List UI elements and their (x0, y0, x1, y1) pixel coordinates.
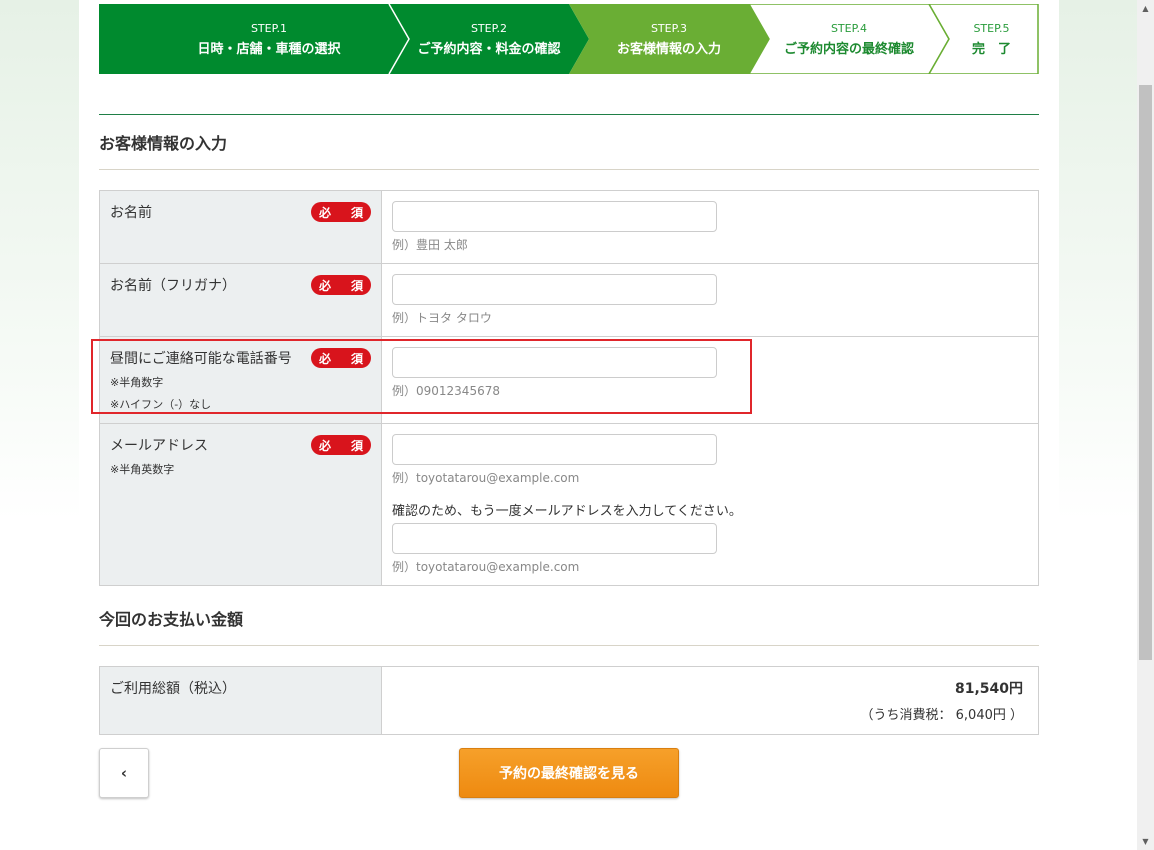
required-badge: 必 須 (311, 275, 371, 295)
form-label-cell: お名前 必 須 (99, 190, 382, 264)
kana-hint: 例）トヨタ タロウ (392, 311, 492, 325)
step-3-name: お客様情報の入力 (616, 41, 721, 57)
total-label: ご利用総額（税込） (110, 681, 236, 697)
payment-table: ご利用総額（税込） 81,540円 （うち消費税： 6,040円 ） (99, 666, 1039, 735)
form-row-kana: お名前（フリガナ） 必 須 例）トヨタ タロウ (99, 263, 1039, 337)
scroll-up-arrow-icon[interactable]: ▲ (1137, 0, 1154, 17)
scrollbar[interactable]: ▲ ▼ (1137, 0, 1154, 850)
step-5-name: 完 了 (971, 41, 1011, 57)
step-1-number: STEP.1 (250, 21, 288, 35)
tax-amount: （うち消費税： 6,040円 ） (860, 708, 1023, 723)
required-badge: 必 須 (311, 435, 371, 455)
phone-note-hyphen: ※ハイフン（-）なし (110, 398, 212, 411)
form-label-cell: お名前（フリガナ） 必 須 (99, 263, 382, 337)
name-hint: 例）豊田 太郎 (392, 238, 468, 252)
form-label-cell: メールアドレス ※半角英数字 必 須 (99, 423, 382, 586)
form-field-cell: 例）toyotatarou@example.com 確認のため、もう一度メールア… (381, 423, 1039, 586)
total-label-cell: ご利用総額（税込） (99, 666, 382, 735)
step-2: STEP.2 ご予約内容・料金の確認 (399, 4, 579, 74)
email-confirm-note: 確認のため、もう一度メールアドレスを入力してください。 (392, 504, 742, 519)
step-progress: STEP.1 日時・店舗・車種の選択 STEP.2 ご予約内容・料金の確認 ST… (99, 4, 1039, 74)
final-confirm-button[interactable]: 予約の最終確認を見る (459, 748, 679, 798)
divider (99, 169, 1039, 170)
customer-form: お名前 必 須 例）豊田 太郎 お名前（フリガナ） 必 須 例）トヨタ タロウ … (99, 190, 1039, 586)
step-4: STEP.4 ご予約内容の最終確認 (759, 4, 939, 74)
required-badge: 必 須 (311, 202, 371, 222)
step-1-name: 日時・店舗・車種の選択 (197, 41, 341, 57)
back-button[interactable]: ‹ (99, 748, 149, 798)
form-row-phone: 昼間にご連絡可能な電話番号 ※半角数字 ※ハイフン（-）なし 必 須 例）090… (99, 336, 1039, 424)
page-container: STEP.1 日時・店舗・車種の選択 STEP.2 ご予約内容・料金の確認 ST… (79, 0, 1059, 850)
total-value-cell: 81,540円 （うち消費税： 6,040円 ） (381, 666, 1039, 735)
step-5-number: STEP.5 (973, 21, 1010, 35)
name-input[interactable] (392, 201, 717, 232)
scroll-down-arrow-icon[interactable]: ▼ (1137, 833, 1154, 850)
step-1: STEP.1 日時・店舗・車種の選択 (139, 4, 399, 74)
divider (99, 114, 1039, 115)
payment-section-title: 今回のお支払い金額 (99, 610, 244, 629)
required-badge: 必 須 (311, 348, 371, 368)
step-2-name: ご予約内容・料金の確認 (417, 41, 561, 57)
phone-note-digits: ※半角数字 (110, 376, 164, 389)
email-hint: 例）toyotatarou@example.com (392, 471, 580, 485)
email-confirm-hint: 例）toyotatarou@example.com (392, 560, 580, 574)
step-3: STEP.3 お客様情報の入力 (579, 4, 759, 74)
step-5: STEP.5 完 了 (944, 4, 1039, 74)
kana-input[interactable] (392, 274, 717, 305)
step-4-name: ご予約内容の最終確認 (783, 41, 914, 57)
total-amount: 81,540円 (954, 681, 1023, 697)
email-input[interactable] (392, 434, 717, 465)
form-row-email: メールアドレス ※半角英数字 必 須 例）toyotatarou@example… (99, 423, 1039, 586)
step-4-number: STEP.4 (830, 21, 868, 35)
form-row-name: お名前 必 須 例）豊田 太郎 (99, 190, 1039, 264)
form-field-cell: 例）09012345678 (381, 336, 1039, 424)
payment-row: ご利用総額（税込） 81,540円 （うち消費税： 6,040円 ） (99, 666, 1039, 735)
phone-hint: 例）09012345678 (392, 384, 500, 398)
phone-input[interactable] (392, 347, 717, 378)
form-label-cell: 昼間にご連絡可能な電話番号 ※半角数字 ※ハイフン（-）なし 必 須 (99, 336, 382, 424)
step-2-number: STEP.2 (470, 21, 508, 35)
email-note: ※半角英数字 (110, 463, 175, 476)
form-field-cell: 例）トヨタ タロウ (381, 263, 1039, 337)
customer-section-title: お客様情報の入力 (99, 134, 228, 153)
email-confirm-input[interactable] (392, 523, 717, 554)
form-field-cell: 例）豊田 太郎 (381, 190, 1039, 264)
divider (99, 645, 1039, 646)
step-3-number: STEP.3 (650, 21, 688, 35)
scrollbar-thumb[interactable] (1139, 85, 1152, 660)
